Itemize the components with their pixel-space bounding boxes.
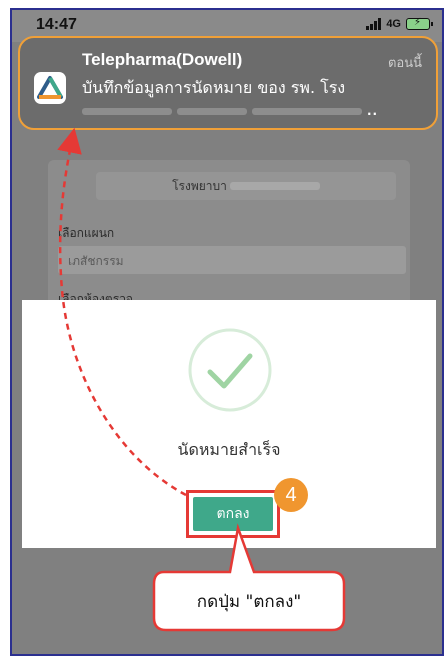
signal-icon [366, 18, 382, 30]
callout-text: กดปุ่ม "ตกลง" [196, 591, 302, 612]
success-check-icon [188, 328, 272, 412]
department-select[interactable]: เภสัชกรรม [58, 246, 406, 274]
notification-time: ตอนนี้ [387, 56, 422, 71]
app-logo-icon [34, 72, 66, 104]
notification-app-name: Telepharma(Dowell) [82, 50, 243, 69]
ok-button-highlight: ตกลง [186, 490, 280, 538]
hospital-name-redacted [229, 182, 320, 190]
battery-icon: ⚡ [406, 17, 433, 30]
ok-button[interactable]: ตกลง [193, 497, 273, 531]
hospital-name: โรงพยาบา [172, 178, 227, 193]
success-message: นัดหมายสำเร็จ [177, 440, 281, 459]
notification-body: บันทึกข้อมูลการนัดหมาย ของ รพ. โรง [82, 78, 346, 97]
notification-ellipsis: .. [367, 104, 379, 118]
success-dialog: นัดหมายสำเร็จ ตกลง 4 [22, 300, 436, 548]
step-badge: 4 [274, 478, 308, 512]
status-time: 14:47 [36, 16, 77, 33]
hospital-name-field: โรงพยาบา [96, 172, 396, 200]
status-icons: 4G ⚡ [366, 17, 433, 30]
phone-screen: 14:47 4G ⚡ โรงพยาบา เลือกแผนก เภสัชกรรม … [10, 8, 444, 656]
department-label: เลือกแผนก [58, 226, 115, 240]
network-label: 4G [386, 18, 401, 30]
notification-body-redacted: .. [82, 104, 402, 118]
push-notification[interactable]: Telepharma(Dowell) ตอนนี้ บันทึกข้อมูลกา… [18, 36, 438, 130]
